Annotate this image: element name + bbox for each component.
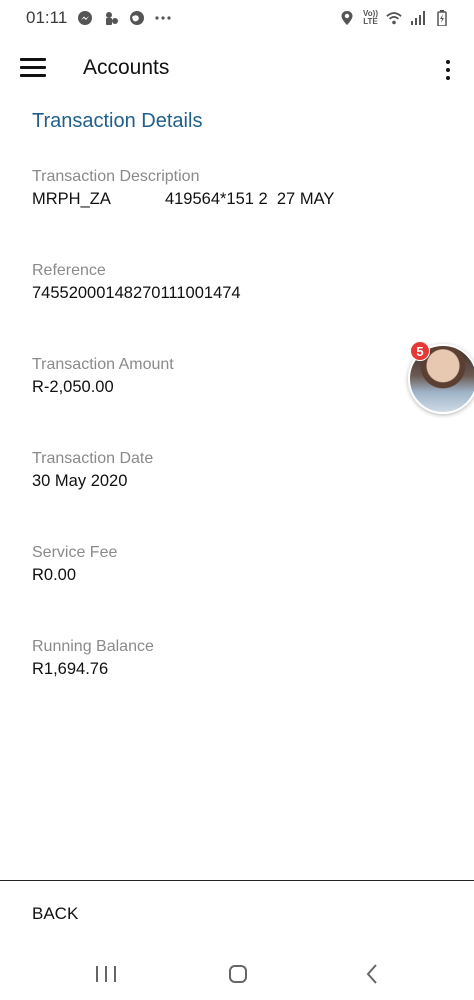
field-value: MRPH_ZA 419564*151 2 27 MAY (32, 190, 335, 208)
field-value: R-2,050.00 (32, 378, 114, 396)
app-bar: Accounts (0, 44, 474, 96)
unread-badge: 5 (410, 341, 430, 361)
more-options-icon[interactable] (440, 58, 456, 82)
field-label: Reference (32, 262, 106, 279)
field-transaction-date: Transaction Date 30 May 2020 (32, 450, 153, 491)
back-nav-icon[interactable] (364, 963, 380, 985)
globe-icon (129, 10, 145, 26)
field-running-balance: Running Balance R1,694.76 (32, 638, 154, 679)
footer-divider (0, 880, 474, 881)
field-label: Transaction Amount (32, 356, 174, 373)
page-title: Accounts (83, 56, 170, 79)
status-left: 01:11 (26, 8, 171, 28)
recents-icon[interactable] (96, 966, 116, 982)
field-value: R0.00 (32, 566, 77, 584)
status-right: Vo)) LTE (339, 10, 450, 26)
field-label: Transaction Description (32, 168, 200, 185)
field-value: R1,694.76 (32, 660, 109, 678)
more-notifications-icon (155, 10, 171, 26)
battery-icon (434, 10, 450, 26)
system-navigation-bar (0, 950, 474, 1000)
signal-icon (410, 10, 426, 26)
home-icon[interactable] (229, 965, 247, 983)
field-label: Transaction Date (32, 450, 154, 467)
field-value: 30 May 2020 (32, 472, 128, 490)
field-label: Running Balance (32, 638, 154, 655)
field-label: Service Fee (32, 544, 118, 561)
field-reference: Reference 74552000148270111001474 (32, 262, 241, 303)
chat-head-bubble[interactable]: 5 (408, 341, 474, 416)
status-bar: 01:11 Vo)) LTE (0, 0, 474, 36)
wifi-icon (386, 10, 402, 26)
messenger-icon (77, 10, 93, 26)
status-time: 01:11 (26, 8, 68, 27)
field-transaction-amount: Transaction Amount R-2,050.00 (32, 356, 174, 397)
location-icon (339, 10, 355, 26)
field-service-fee: Service Fee R0.00 (32, 544, 117, 585)
menu-icon[interactable] (20, 58, 46, 80)
notification-app-icon (103, 10, 119, 26)
back-button[interactable]: BACK (32, 904, 78, 924)
volte-indicator: Vo)) LTE (363, 9, 378, 26)
section-title: Transaction Details (32, 110, 203, 132)
field-value: 74552000148270111001474 (32, 284, 241, 302)
field-transaction-description: Transaction Description MRPH_ZA 419564*1… (32, 168, 334, 209)
